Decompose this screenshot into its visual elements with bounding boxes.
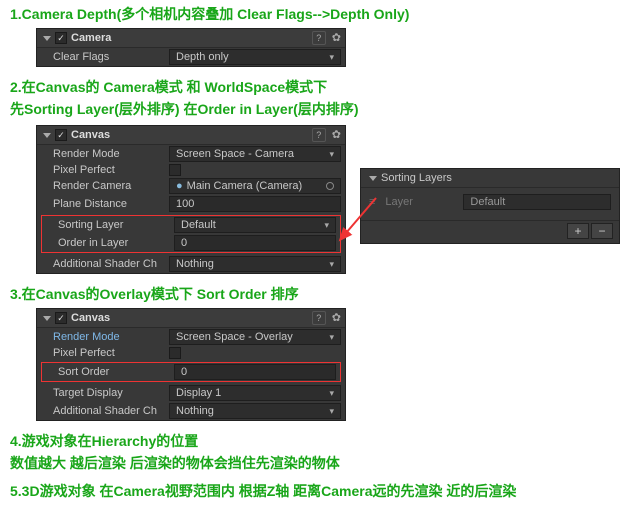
enable-checkbox[interactable]: ✓ <box>55 32 67 44</box>
component-header[interactable]: ✓ Canvas ? ✿ <box>37 309 345 328</box>
pixel-perfect-label: Pixel Perfect <box>41 347 169 359</box>
target-display-value: Display 1 <box>176 387 221 399</box>
object-picker-icon[interactable] <box>326 182 334 190</box>
heading-4b: 数值越大 越后渲染 后渲染的物体会挡住先渲染的物体 <box>0 453 638 477</box>
component-title: Canvas <box>71 129 312 141</box>
help-icon[interactable]: ? <box>312 128 326 142</box>
component-header[interactable]: ✓ Canvas ? ✿ <box>37 126 345 145</box>
pixel-perfect-label: Pixel Perfect <box>41 164 169 176</box>
render-mode-value: Screen Space - Overlay <box>176 331 293 343</box>
heading-5: 5.3D游戏对象 在Camera视野范围内 根据Z轴 距离Camera远的先渲染… <box>0 477 638 503</box>
help-icon[interactable]: ? <box>312 31 326 45</box>
expand-arrow-icon <box>369 176 377 181</box>
sorting-layers-header[interactable]: Sorting Layers <box>361 169 619 188</box>
clear-flags-value: Depth only <box>176 51 229 63</box>
shader-channels-label: Additional Shader Ch <box>41 258 169 270</box>
render-mode-label: Render Mode <box>41 148 169 160</box>
remove-layer-button[interactable]: − <box>591 223 613 239</box>
heading-4: 4.游戏对象在Hierarchy的位置 <box>0 427 638 453</box>
layer-label: Layer <box>385 196 455 208</box>
drag-handle-icon[interactable]: ≡ <box>369 196 373 208</box>
component-title: Canvas <box>71 312 312 324</box>
layer-name-input[interactable]: Default <box>463 194 611 210</box>
chevron-down-icon: ▾ <box>329 52 334 63</box>
camera-icon: ● <box>176 180 183 192</box>
chevron-down-icon: ▾ <box>324 220 329 231</box>
chevron-down-icon: ▾ <box>329 406 334 417</box>
enable-checkbox[interactable]: ✓ <box>55 312 67 324</box>
component-header[interactable]: ✓ Camera ? ✿ <box>37 29 345 48</box>
render-camera-label: Render Camera <box>41 180 169 192</box>
clear-flags-label: Clear Flags <box>41 51 169 63</box>
chevron-down-icon: ▾ <box>329 149 334 160</box>
add-layer-button[interactable]: + <box>567 223 589 239</box>
shader-channels-value: Nothing <box>176 405 214 417</box>
shader-channels-label: Additional Shader Ch <box>41 405 169 417</box>
heading-1: 1.Camera Depth(多个相机内容叠加 Clear Flags-->De… <box>0 0 638 26</box>
order-in-layer-input[interactable]: 0 <box>174 235 336 251</box>
heading-2: 2.在Canvas的 Camera模式 和 WorldSpace模式下 <box>0 73 638 99</box>
shader-channels-value: Nothing <box>176 258 214 270</box>
chevron-down-icon: ▾ <box>329 332 334 343</box>
plane-distance-input[interactable]: 100 <box>169 196 341 212</box>
expand-arrow-icon <box>43 133 51 138</box>
render-mode-dropdown[interactable]: Screen Space - Camera ▾ <box>169 146 341 162</box>
clear-flags-dropdown[interactable]: Depth only ▾ <box>169 49 341 65</box>
target-display-label: Target Display <box>41 387 169 399</box>
sorting-layer-dropdown[interactable]: Default ▾ <box>174 217 336 233</box>
highlight-box: Sorting Layer Default ▾ Order in Layer 0 <box>41 215 341 253</box>
sort-order-label: Sort Order <box>46 366 174 378</box>
render-camera-field[interactable]: ● Main Camera (Camera) <box>169 178 341 194</box>
pixel-perfect-checkbox[interactable] <box>169 164 181 176</box>
target-display-dropdown[interactable]: Display 1 ▾ <box>169 385 341 401</box>
chevron-down-icon: ▾ <box>329 388 334 399</box>
canvas-component-panel-1: ✓ Canvas ? ✿ Render Mode Screen Space - … <box>36 125 346 274</box>
sorting-layer-row[interactable]: ≡ Layer Default <box>369 192 611 216</box>
sorting-layers-title: Sorting Layers <box>381 172 452 184</box>
shader-channels-dropdown[interactable]: Nothing ▾ <box>169 403 341 419</box>
render-mode-dropdown[interactable]: Screen Space - Overlay ▾ <box>169 329 341 345</box>
canvas-component-panel-2: ✓ Canvas ? ✿ Render Mode Screen Space - … <box>36 308 346 421</box>
gear-icon[interactable]: ✿ <box>332 128 341 142</box>
heading-2b: 先Sorting Layer(层外排序) 在Order in Layer(层内排… <box>0 99 638 123</box>
render-mode-value: Screen Space - Camera <box>176 148 294 160</box>
sorting-layer-label: Sorting Layer <box>46 219 174 231</box>
highlight-box: Sort Order 0 <box>41 362 341 382</box>
sort-order-input[interactable]: 0 <box>174 364 336 380</box>
component-title: Camera <box>71 32 312 44</box>
chevron-down-icon: ▾ <box>329 259 334 270</box>
help-icon[interactable]: ? <box>312 311 326 325</box>
pixel-perfect-checkbox[interactable] <box>169 347 181 359</box>
sorting-layer-value: Default <box>181 219 216 231</box>
gear-icon[interactable]: ✿ <box>332 31 341 45</box>
shader-channels-dropdown[interactable]: Nothing ▾ <box>169 256 341 272</box>
render-camera-value: Main Camera (Camera) <box>187 180 303 192</box>
heading-3: 3.在Canvas的Overlay模式下 Sort Order 排序 <box>0 280 638 306</box>
enable-checkbox[interactable]: ✓ <box>55 129 67 141</box>
gear-icon[interactable]: ✿ <box>332 311 341 325</box>
plane-distance-label: Plane Distance <box>41 198 169 210</box>
sorting-layers-panel: Sorting Layers ≡ Layer Default + − <box>360 168 620 244</box>
camera-component-panel: ✓ Camera ? ✿ Clear Flags Depth only ▾ <box>36 28 346 67</box>
expand-arrow-icon <box>43 36 51 41</box>
order-in-layer-label: Order in Layer <box>46 237 174 249</box>
expand-arrow-icon <box>43 316 51 321</box>
render-mode-label: Render Mode <box>41 331 169 343</box>
